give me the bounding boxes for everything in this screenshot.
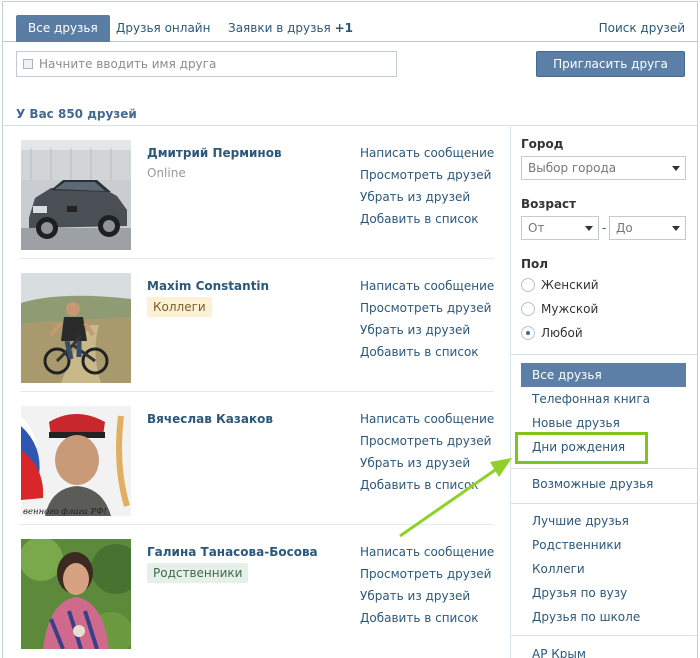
photo-caption: венного флага РФ! (23, 507, 107, 516)
gender-heading: Пол (521, 257, 549, 271)
send-message-link[interactable]: Написать сообщение (360, 145, 494, 167)
age-from-value: От (528, 221, 545, 235)
age-from-select[interactable]: От (521, 216, 599, 240)
sidebar-divider (511, 635, 697, 636)
send-message-link[interactable]: Написать сообщение (360, 278, 494, 300)
tab-all-friends[interactable]: Все друзья (16, 15, 110, 42)
friend-name[interactable]: Дмитрий Перминов (147, 146, 282, 160)
sidebar-divider (511, 503, 697, 504)
chevron-down-icon (672, 226, 680, 231)
add-to-list-link[interactable]: Добавить в список (360, 477, 494, 499)
gender-female-label: Женский (541, 278, 599, 292)
gender-male-radio[interactable]: Мужской (521, 299, 598, 319)
birthdays-highlight-frame (515, 432, 648, 464)
friend-actions: Написать сообщение Просмотреть друзей Уб… (360, 145, 494, 233)
friend-avatar[interactable] (21, 140, 131, 250)
age-heading: Возраст (521, 197, 577, 211)
requests-count-badge: +1 (334, 21, 354, 35)
tab-friends-online[interactable]: Друзья онлайн (116, 15, 210, 41)
gender-male-label: Мужской (541, 302, 599, 316)
remove-friend-link[interactable]: Убрать из друзей (360, 588, 494, 610)
menu-uni-friends[interactable]: Друзья по вузу (522, 581, 686, 605)
chevron-down-icon (672, 166, 680, 171)
friend-search-input[interactable] (39, 52, 389, 76)
remove-friend-link[interactable]: Убрать из друзей (360, 455, 494, 477)
menu-best-friends[interactable]: Лучшие друзья (522, 509, 686, 533)
friend-avatar[interactable]: венного флага РФ! (21, 406, 131, 516)
menu-all-friends[interactable]: Все друзья (521, 363, 686, 387)
friend-actions: Написать сообщение Просмотреть друзей Уб… (360, 278, 494, 366)
friend-row: Maxim Constantin Коллеги Написать сообще… (3, 259, 508, 392)
menu-school-friends[interactable]: Друзья по школе (522, 605, 686, 629)
send-message-link[interactable]: Написать сообщение (360, 411, 494, 433)
woman-photo (21, 539, 131, 649)
friend-row: Дмитрий Перминов Online Написать сообщен… (3, 126, 508, 259)
view-friends-link[interactable]: Просмотреть друзей (360, 167, 494, 189)
summary-bar: У Вас 850 друзей (3, 88, 697, 126)
remove-friend-link[interactable]: Убрать из друзей (360, 322, 494, 344)
friend-actions: Написать сообщение Просмотреть друзей Уб… (360, 544, 494, 632)
view-friends-link[interactable]: Просмотреть друзей (360, 300, 494, 322)
friends-count: У Вас 850 друзей (16, 107, 137, 121)
age-to-select[interactable]: До (609, 216, 686, 240)
tab-friend-requests-label: Заявки в друзья (228, 21, 331, 35)
man-flag-photo: венного флага РФ! (21, 406, 131, 516)
friend-name[interactable]: Вячеслав Казаков (147, 412, 273, 426)
menu-possible-friends[interactable]: Возможные друзья (522, 472, 686, 496)
gender-any-radio[interactable]: Любой (521, 323, 583, 343)
friend-list-tag[interactable]: Родственники (147, 563, 249, 583)
city-select[interactable]: Выбор города (521, 156, 686, 180)
search-box-icon (23, 59, 33, 69)
friend-avatar[interactable] (21, 273, 131, 383)
car-photo (21, 140, 131, 250)
radio-circle-icon (521, 301, 535, 316)
friends-page: Все друзья Друзья онлайн Заявки в друзья… (2, 1, 698, 658)
friend-list-tag[interactable]: Коллеги (147, 297, 212, 317)
radio-selected-icon (521, 325, 535, 340)
add-to-list-link[interactable]: Добавить в список (360, 344, 494, 366)
friend-name[interactable]: Галина Танасова-Босова (147, 545, 318, 559)
sidebar-divider (511, 468, 697, 469)
age-to-value: До (616, 221, 633, 235)
menu-ar-crimea[interactable]: АР Крым (522, 642, 686, 658)
radio-circle-icon (521, 277, 535, 292)
friend-row: Галина Танасова-Босова Родственники Напи… (3, 525, 508, 658)
friend-row: венного флага РФ! Вячеслав Казаков Напис… (3, 392, 508, 525)
friend-name[interactable]: Maxim Constantin (147, 279, 269, 293)
remove-friend-link[interactable]: Убрать из друзей (360, 189, 494, 211)
filters-sidebar: Город Выбор города Возраст От - До Пол Ж… (510, 126, 697, 658)
online-status: Online (147, 166, 186, 180)
age-range-dash: - (602, 221, 607, 235)
friends-list: Дмитрий Перминов Online Написать сообщен… (3, 126, 508, 658)
menu-colleagues[interactable]: Коллеги (522, 557, 686, 581)
send-message-link[interactable]: Написать сообщение (360, 544, 494, 566)
gender-female-radio[interactable]: Женский (521, 275, 599, 295)
invite-friend-button[interactable]: Пригласить друга (536, 51, 685, 77)
chevron-down-icon (585, 226, 593, 231)
add-to-list-link[interactable]: Добавить в список (360, 211, 494, 233)
add-to-list-link[interactable]: Добавить в список (360, 610, 494, 632)
view-friends-link[interactable]: Просмотреть друзей (360, 433, 494, 455)
menu-relatives[interactable]: Родственники (522, 533, 686, 557)
city-heading: Город (521, 137, 564, 151)
friend-actions: Написать сообщение Просмотреть друзей Уб… (360, 411, 494, 499)
menu-phone-book[interactable]: Телефонная книга (522, 387, 686, 411)
view-friends-link[interactable]: Просмотреть друзей (360, 566, 494, 588)
find-friends-link[interactable]: Поиск друзей (599, 15, 685, 41)
cyclist-photo (21, 273, 131, 383)
city-select-value: Выбор города (528, 161, 617, 175)
tab-friend-requests[interactable]: Заявки в друзья +1 (228, 15, 353, 41)
gender-any-label: Любой (541, 326, 583, 340)
sidebar-divider (511, 354, 697, 355)
friend-avatar[interactable] (21, 539, 131, 649)
friend-search-field[interactable] (16, 51, 397, 77)
tab-bar: Все друзья Друзья онлайн Заявки в друзья… (3, 2, 697, 42)
